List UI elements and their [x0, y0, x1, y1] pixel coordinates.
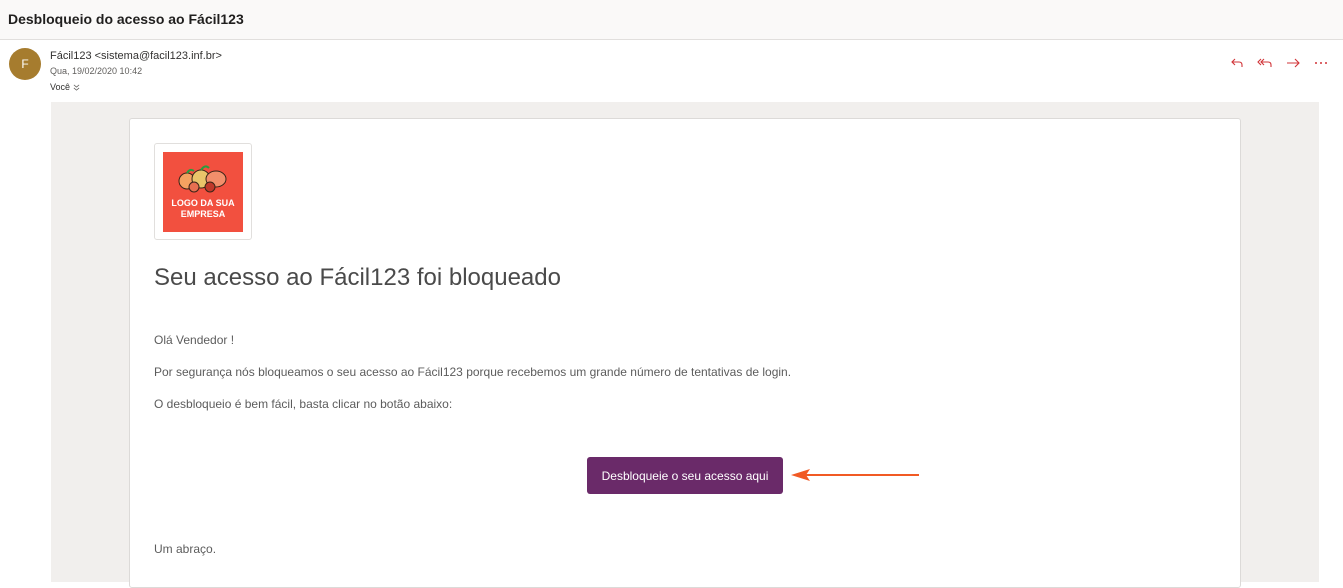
forward-icon[interactable] [1285, 55, 1301, 71]
sign-off: Um abraço. [154, 542, 217, 556]
unlock-access-button[interactable]: Desbloqueie o seu acesso aqui [587, 457, 783, 494]
arrow-left-icon [791, 469, 919, 481]
body-paragraph-2: O desbloqueio é bem fácil, basta clicar … [154, 397, 453, 411]
email-card: LOGO DA SUA EMPRESA Seu acesso ao Fácil1… [129, 118, 1241, 588]
company-logo: LOGO DA SUA EMPRESA [163, 152, 243, 232]
message-actions [1229, 55, 1329, 71]
email-heading: Seu acesso ao Fácil123 foi bloqueado [154, 264, 561, 291]
body-paragraph-1: Por segurança nós bloqueamos o seu acess… [154, 365, 792, 379]
more-icon[interactable] [1313, 55, 1329, 71]
recipient-line[interactable]: Você [50, 82, 80, 92]
recipient-label: Você [50, 82, 71, 92]
sender-name[interactable]: Fácil123 <sistema@facil123.inf.br> [50, 50, 222, 62]
logo-text: LOGO DA SUA EMPRESA [171, 198, 235, 219]
reply-icon[interactable] [1229, 55, 1245, 71]
company-logo-frame: LOGO DA SUA EMPRESA [154, 143, 252, 240]
fruit-illustration-icon [178, 165, 227, 193]
sender-avatar[interactable]: F [9, 48, 41, 80]
chevron-double-down-icon [73, 84, 80, 91]
subject-bar: Desbloqueio do acesso ao Fácil123 [0, 0, 1343, 40]
email-subject: Desbloqueio do acesso ao Fácil123 [8, 11, 244, 27]
reply-all-icon[interactable] [1257, 55, 1273, 71]
email-date: Qua, 19/02/2020 10:42 [50, 66, 143, 76]
greeting: Olá Vendedor ! [154, 333, 235, 347]
